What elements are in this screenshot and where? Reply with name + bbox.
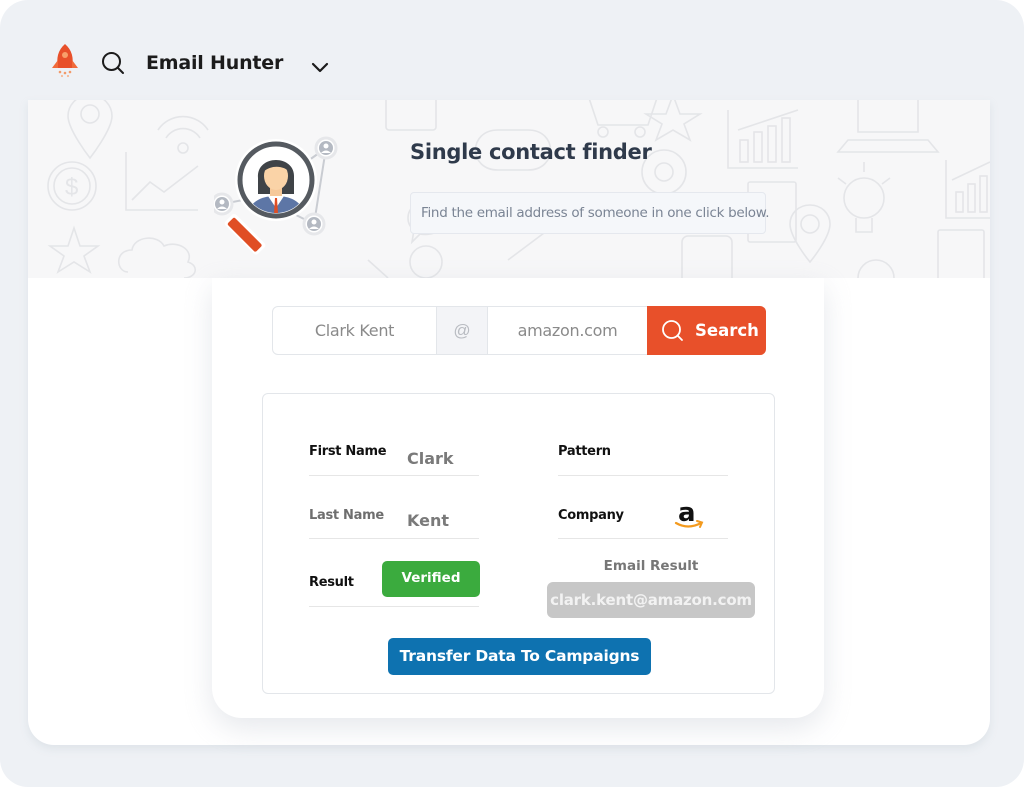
banner-title: Single contact finder (410, 140, 652, 164)
result-label: Result (309, 575, 354, 590)
main-window: $ Single contact finder Find the email a… (28, 100, 990, 745)
search-icon[interactable] (100, 50, 126, 76)
svg-text:a: a (678, 499, 696, 528)
company-label: Company (558, 508, 624, 523)
last-name-field: Last Name Kent (309, 483, 479, 539)
domain-input[interactable]: amazon.com (488, 307, 647, 354)
app-frame: Email Hunter $ Single contact finder Fin… (0, 0, 1024, 787)
banner-subtitle: Find the email address of someone in one… (410, 192, 770, 234)
top-bar: Email Hunter (0, 0, 1024, 100)
last-name-label: Last Name (309, 508, 384, 523)
name-input[interactable]: Clark Kent (273, 307, 436, 354)
banner: $ Single contact finder Find the email a… (28, 100, 990, 278)
result-field: Result Verified (309, 561, 480, 607)
chevron-down-icon[interactable] (309, 58, 331, 76)
search-icon (662, 320, 683, 341)
search-button[interactable]: Search (647, 306, 766, 355)
email-result-value[interactable]: clark.kent@amazon.com (547, 582, 755, 618)
at-separator: @ (436, 307, 488, 354)
search-bar: Clark Kent @ amazon.com Search (272, 306, 766, 355)
last-name-value: Kent (407, 511, 450, 530)
background-doodles: $ (47, 100, 990, 278)
transfer-to-campaigns-button[interactable]: Transfer Data To Campaigns (388, 638, 651, 675)
verified-badge: Verified (382, 561, 480, 597)
result-panel: First Name Clark Last Name Kent Result V… (262, 393, 775, 694)
app-title: Email Hunter (146, 52, 284, 74)
search-button-label: Search (695, 321, 759, 340)
first-name-value: Clark (407, 449, 454, 468)
rocket-logo-icon (52, 44, 78, 78)
contact-finder-illustration (214, 136, 338, 255)
svg-text:$: $ (65, 174, 78, 201)
pattern-field: Pattern (558, 420, 728, 476)
company-field: Company a (558, 483, 728, 539)
finder-card: Clark Kent @ amazon.com Search First Nam… (212, 278, 824, 718)
first-name-field: First Name Clark (309, 420, 479, 476)
email-result-label: Email Result (603, 558, 699, 574)
first-name-label: First Name (309, 444, 387, 459)
pattern-label: Pattern (558, 444, 611, 459)
amazon-logo-icon: a (674, 499, 704, 528)
